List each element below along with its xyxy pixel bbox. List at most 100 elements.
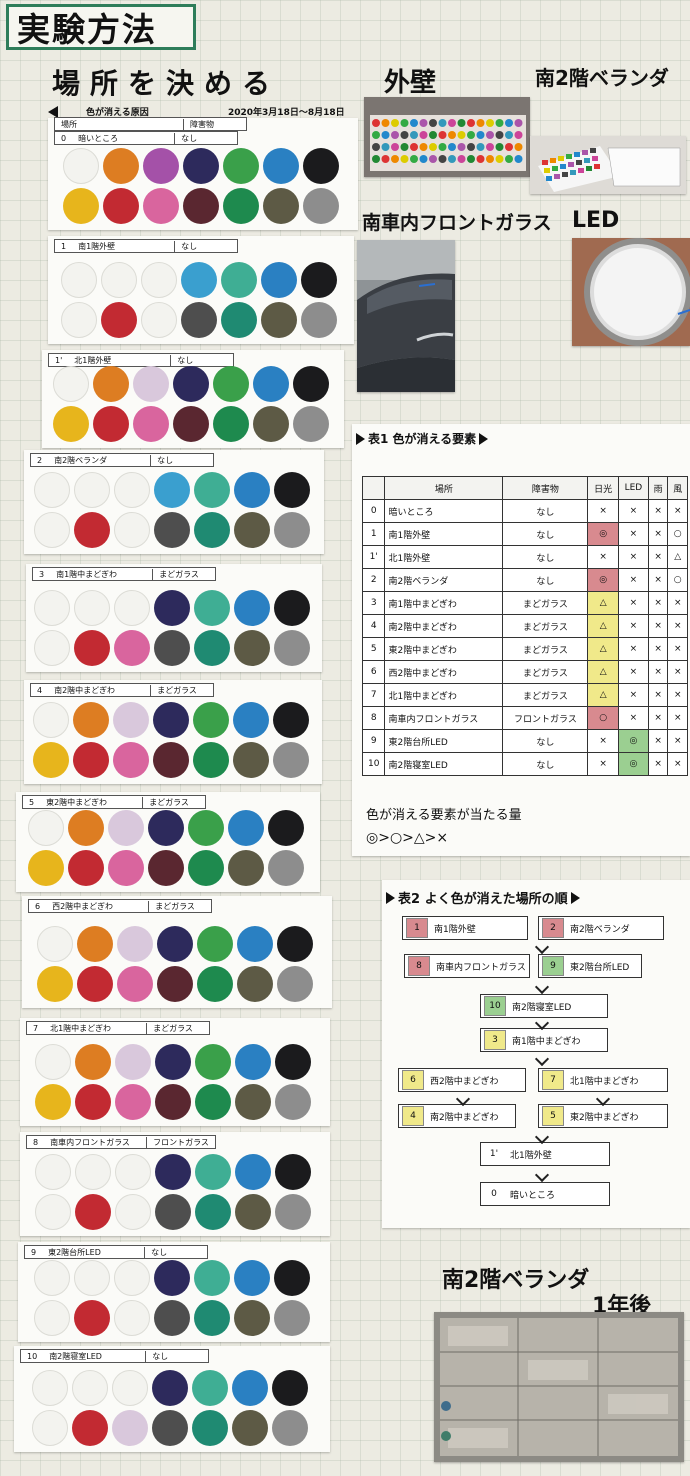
table1-cell-place: 暗いところ — [384, 499, 504, 523]
table1-title-text: 表1 色が消える要素 — [368, 432, 477, 446]
color-dot — [34, 590, 70, 626]
color-dot — [74, 1300, 110, 1336]
sample-label: 8 南車内フロントガラス フロントガラス — [26, 1135, 216, 1149]
color-dot — [115, 1084, 151, 1120]
color-dot — [154, 1260, 190, 1296]
color-dot — [72, 1410, 108, 1446]
table1-cell-wind: ○ — [667, 568, 688, 592]
color-dot — [194, 630, 230, 666]
triangle-right-icon — [479, 432, 489, 445]
sample-obstacle: まどガラス — [148, 900, 211, 912]
table1-cell-num: 5 — [361, 637, 386, 661]
color-dot — [74, 472, 110, 508]
table1-cell-rain: × — [647, 614, 669, 638]
color-dot — [303, 188, 339, 224]
photo-car-windshield — [357, 240, 455, 392]
table1-cell-sun: × — [587, 545, 619, 569]
table1-cell-obstacle: なし — [502, 545, 589, 569]
color-dot — [194, 1260, 230, 1296]
photo-dot — [505, 131, 513, 139]
color-dot — [237, 966, 273, 1002]
photo-dot — [429, 119, 437, 127]
sample-place: 東2階中まどぎわ — [46, 797, 107, 807]
photo-dot — [448, 131, 456, 139]
photo-dot — [391, 155, 399, 163]
color-dot — [103, 188, 139, 224]
color-dot — [157, 926, 193, 962]
color-dot — [275, 1084, 311, 1120]
color-dot — [114, 512, 150, 548]
photo-dot — [574, 152, 580, 157]
color-dot — [197, 966, 233, 1002]
sample-place: 南2階ベランダ — [54, 455, 108, 465]
color-dot — [261, 262, 297, 298]
rank-num: 6 — [402, 1070, 424, 1090]
sample-sheet-1p: 1' 北1階外壁 なし — [42, 350, 344, 448]
table1-cell-led: × — [617, 545, 649, 569]
color-dot — [61, 302, 97, 338]
photo-dot — [457, 119, 466, 127]
photo-dot — [400, 119, 409, 127]
table1-scale: ◎>○>△>× — [366, 830, 449, 846]
color-dot — [195, 1154, 231, 1190]
color-dot — [53, 406, 89, 442]
sample-header: 場所 障害物 — [54, 117, 247, 131]
color-dot — [37, 926, 73, 962]
color-dot — [154, 472, 190, 508]
color-dot — [275, 1044, 311, 1080]
photo-dot — [410, 119, 418, 127]
rank-place: 南車内フロントガラス — [436, 962, 526, 973]
table1-cell-sun: △ — [587, 637, 619, 661]
sample-label: 1 南1階外壁 なし — [54, 239, 239, 253]
color-dot — [152, 1370, 188, 1406]
photo-dot — [544, 168, 550, 173]
color-dot — [148, 850, 184, 886]
sample-label: 4 南2階中まどぎわ まどガラス — [30, 683, 215, 697]
color-dot — [194, 512, 230, 548]
color-dot — [34, 512, 70, 548]
table1-cell-rain: × — [647, 683, 669, 707]
table1-cell-wind: × — [667, 591, 688, 615]
veranda-photo — [530, 136, 686, 194]
sample-sheet-4: 4 南2階中まどぎわ まどガラス — [24, 680, 322, 784]
photo-dot — [505, 119, 513, 127]
photo-dot — [560, 164, 566, 169]
photo-dot — [592, 156, 598, 161]
table1-cell-wind: × — [667, 660, 688, 684]
rank-place: 南2階中まどぎわ — [430, 1112, 499, 1123]
table1-cell-place: 西2階中まどぎわ — [384, 660, 504, 684]
color-dot — [274, 630, 310, 666]
rank-num: 10 — [484, 996, 506, 1016]
rank-num: 7 — [542, 1070, 564, 1090]
table-row: 9 東2階台所LED なし × ◎ × × — [361, 729, 688, 753]
color-dot — [35, 1154, 71, 1190]
table1-header: 雨 — [647, 476, 669, 500]
photo-dot — [438, 155, 447, 163]
sample-num: 4 — [37, 685, 43, 695]
table1-cell-obstacle: なし — [502, 499, 589, 523]
photo-dot — [391, 131, 399, 139]
table-row: 1 南1階外壁 なし ◎ × × ○ — [361, 522, 688, 546]
photo-dot — [381, 131, 390, 139]
color-dot — [195, 1084, 231, 1120]
rank-num: 8 — [408, 956, 430, 976]
color-dot — [75, 1194, 111, 1230]
color-dot — [154, 512, 190, 548]
table-row: 8 南車内フロントガラス フロントガラス ○ × × × — [361, 706, 688, 730]
color-dot — [235, 1154, 271, 1190]
color-dot — [68, 810, 104, 846]
color-dot — [32, 1410, 68, 1446]
photo-dot — [400, 143, 409, 151]
photo-dot — [410, 131, 418, 139]
color-dot — [73, 702, 109, 738]
chevron-down-icon — [534, 979, 550, 995]
sample-place: 南1階中まどぎわ — [56, 569, 117, 579]
color-dot — [272, 1410, 308, 1446]
photo-dot — [372, 131, 380, 139]
sample-sheet-7: 7 北1階中まどぎわ まどガラス — [20, 1018, 330, 1126]
color-dot — [272, 1370, 308, 1406]
color-dot — [115, 1154, 151, 1190]
color-dot — [268, 810, 304, 846]
color-dot — [192, 1410, 228, 1446]
photo-dot — [429, 143, 437, 151]
